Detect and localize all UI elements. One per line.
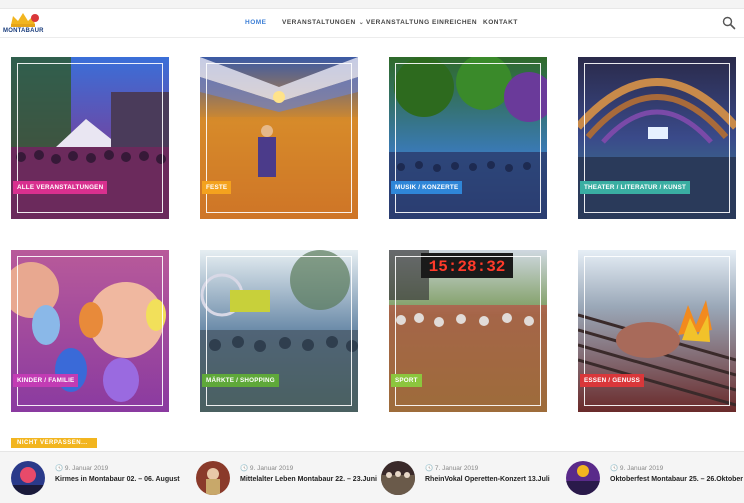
- upcoming-events-strip: 🕓 9. Januar 2019 Kirmes in Montabaur 02.…: [0, 451, 744, 503]
- search-button[interactable]: [722, 16, 736, 30]
- mittelalter-thumbnail-image: [196, 461, 230, 495]
- event-date-text: 7. Januar 2019: [434, 465, 479, 472]
- category-label: ESSEN / GENUSS: [580, 374, 644, 387]
- section-kicker-nicht-verpassen: NICHT VERPASSEN...: [11, 438, 97, 448]
- category-label: KINDER / FAMILIE: [13, 374, 79, 387]
- category-tile-kinder-familie[interactable]: KINDER / FAMILIE: [11, 250, 169, 412]
- event-title[interactable]: Mittelalter Leben Montabaur 22. – 23.Jun…: [240, 476, 377, 483]
- category-label: MUSIK / KONZERTE: [391, 181, 463, 194]
- event-title[interactable]: RheinVokal Operetten-Konzert 13.Juli: [425, 476, 550, 483]
- category-tile-sport[interactable]: 15:28:32 SPORT: [389, 250, 547, 412]
- event-title[interactable]: Kirmes in Montabaur 02. – 06. August: [55, 476, 180, 483]
- nav-home[interactable]: HOME: [245, 19, 267, 26]
- category-tile-alle-veranstaltungen[interactable]: ALLE VERANSTALTUNGEN: [11, 57, 169, 219]
- nav-veranstaltungen[interactable]: VERANSTALTUNGEN ⌄: [282, 19, 364, 26]
- top-utility-bar: [0, 0, 744, 9]
- event-date: 🕓 7. Januar 2019: [425, 465, 479, 472]
- main-nav: HOME VERANSTALTUNGEN ⌄ VERANSTALTUNG EINR…: [0, 9, 744, 38]
- search-icon: [722, 16, 736, 30]
- event-thumbnail: [11, 461, 45, 495]
- operetten-thumbnail-image: [381, 461, 415, 495]
- category-tile-maerkte-shopping[interactable]: MÄRKTE / SHOPPING: [200, 250, 358, 412]
- category-tile-essen-genuss[interactable]: ESSEN / GENUSS: [578, 250, 736, 412]
- category-tile-theater-literatur-kunst[interactable]: THEATER / LITERATUR / KUNST: [578, 57, 736, 219]
- event-thumbnail: [381, 461, 415, 495]
- nav-veranstaltung-einreichen[interactable]: VERANSTALTUNG EINREICHEN: [366, 19, 477, 26]
- category-label: FESTE: [202, 181, 232, 194]
- event-date: 🕓 9. Januar 2019: [610, 465, 664, 472]
- category-tile-feste[interactable]: FESTE: [200, 57, 358, 219]
- event-thumbnail: [196, 461, 230, 495]
- nav-kontakt[interactable]: KONTAKT: [483, 19, 518, 26]
- event-date-text: 9. Januar 2019: [249, 465, 294, 472]
- site-header: MONTABAUR HOME VERANSTALTUNGEN ⌄ VERANSTA…: [0, 9, 744, 38]
- oktoberfest-thumbnail-image: [566, 461, 600, 495]
- category-label: SPORT: [391, 374, 422, 387]
- chevron-down-icon: ⌄: [358, 20, 365, 26]
- event-date-text: 9. Januar 2019: [619, 465, 664, 472]
- nav-veranstaltungen-label: VERANSTALTUNGEN: [282, 19, 356, 26]
- kirmes-thumbnail-image: [11, 461, 45, 495]
- category-tile-musik-konzerte[interactable]: MUSIK / KONZERTE: [389, 57, 547, 219]
- category-label: THEATER / LITERATUR / KUNST: [580, 181, 691, 194]
- event-date-text: 9. Januar 2019: [64, 465, 109, 472]
- event-date: 🕓 9. Januar 2019: [240, 465, 294, 472]
- event-thumbnail: [566, 461, 600, 495]
- category-label: MÄRKTE / SHOPPING: [202, 374, 279, 387]
- category-label: ALLE VERANSTALTUNGEN: [13, 181, 108, 194]
- event-title[interactable]: Oktoberfest Montabaur 25. – 26.Oktober: [610, 476, 743, 483]
- event-date: 🕓 9. Januar 2019: [55, 465, 109, 472]
